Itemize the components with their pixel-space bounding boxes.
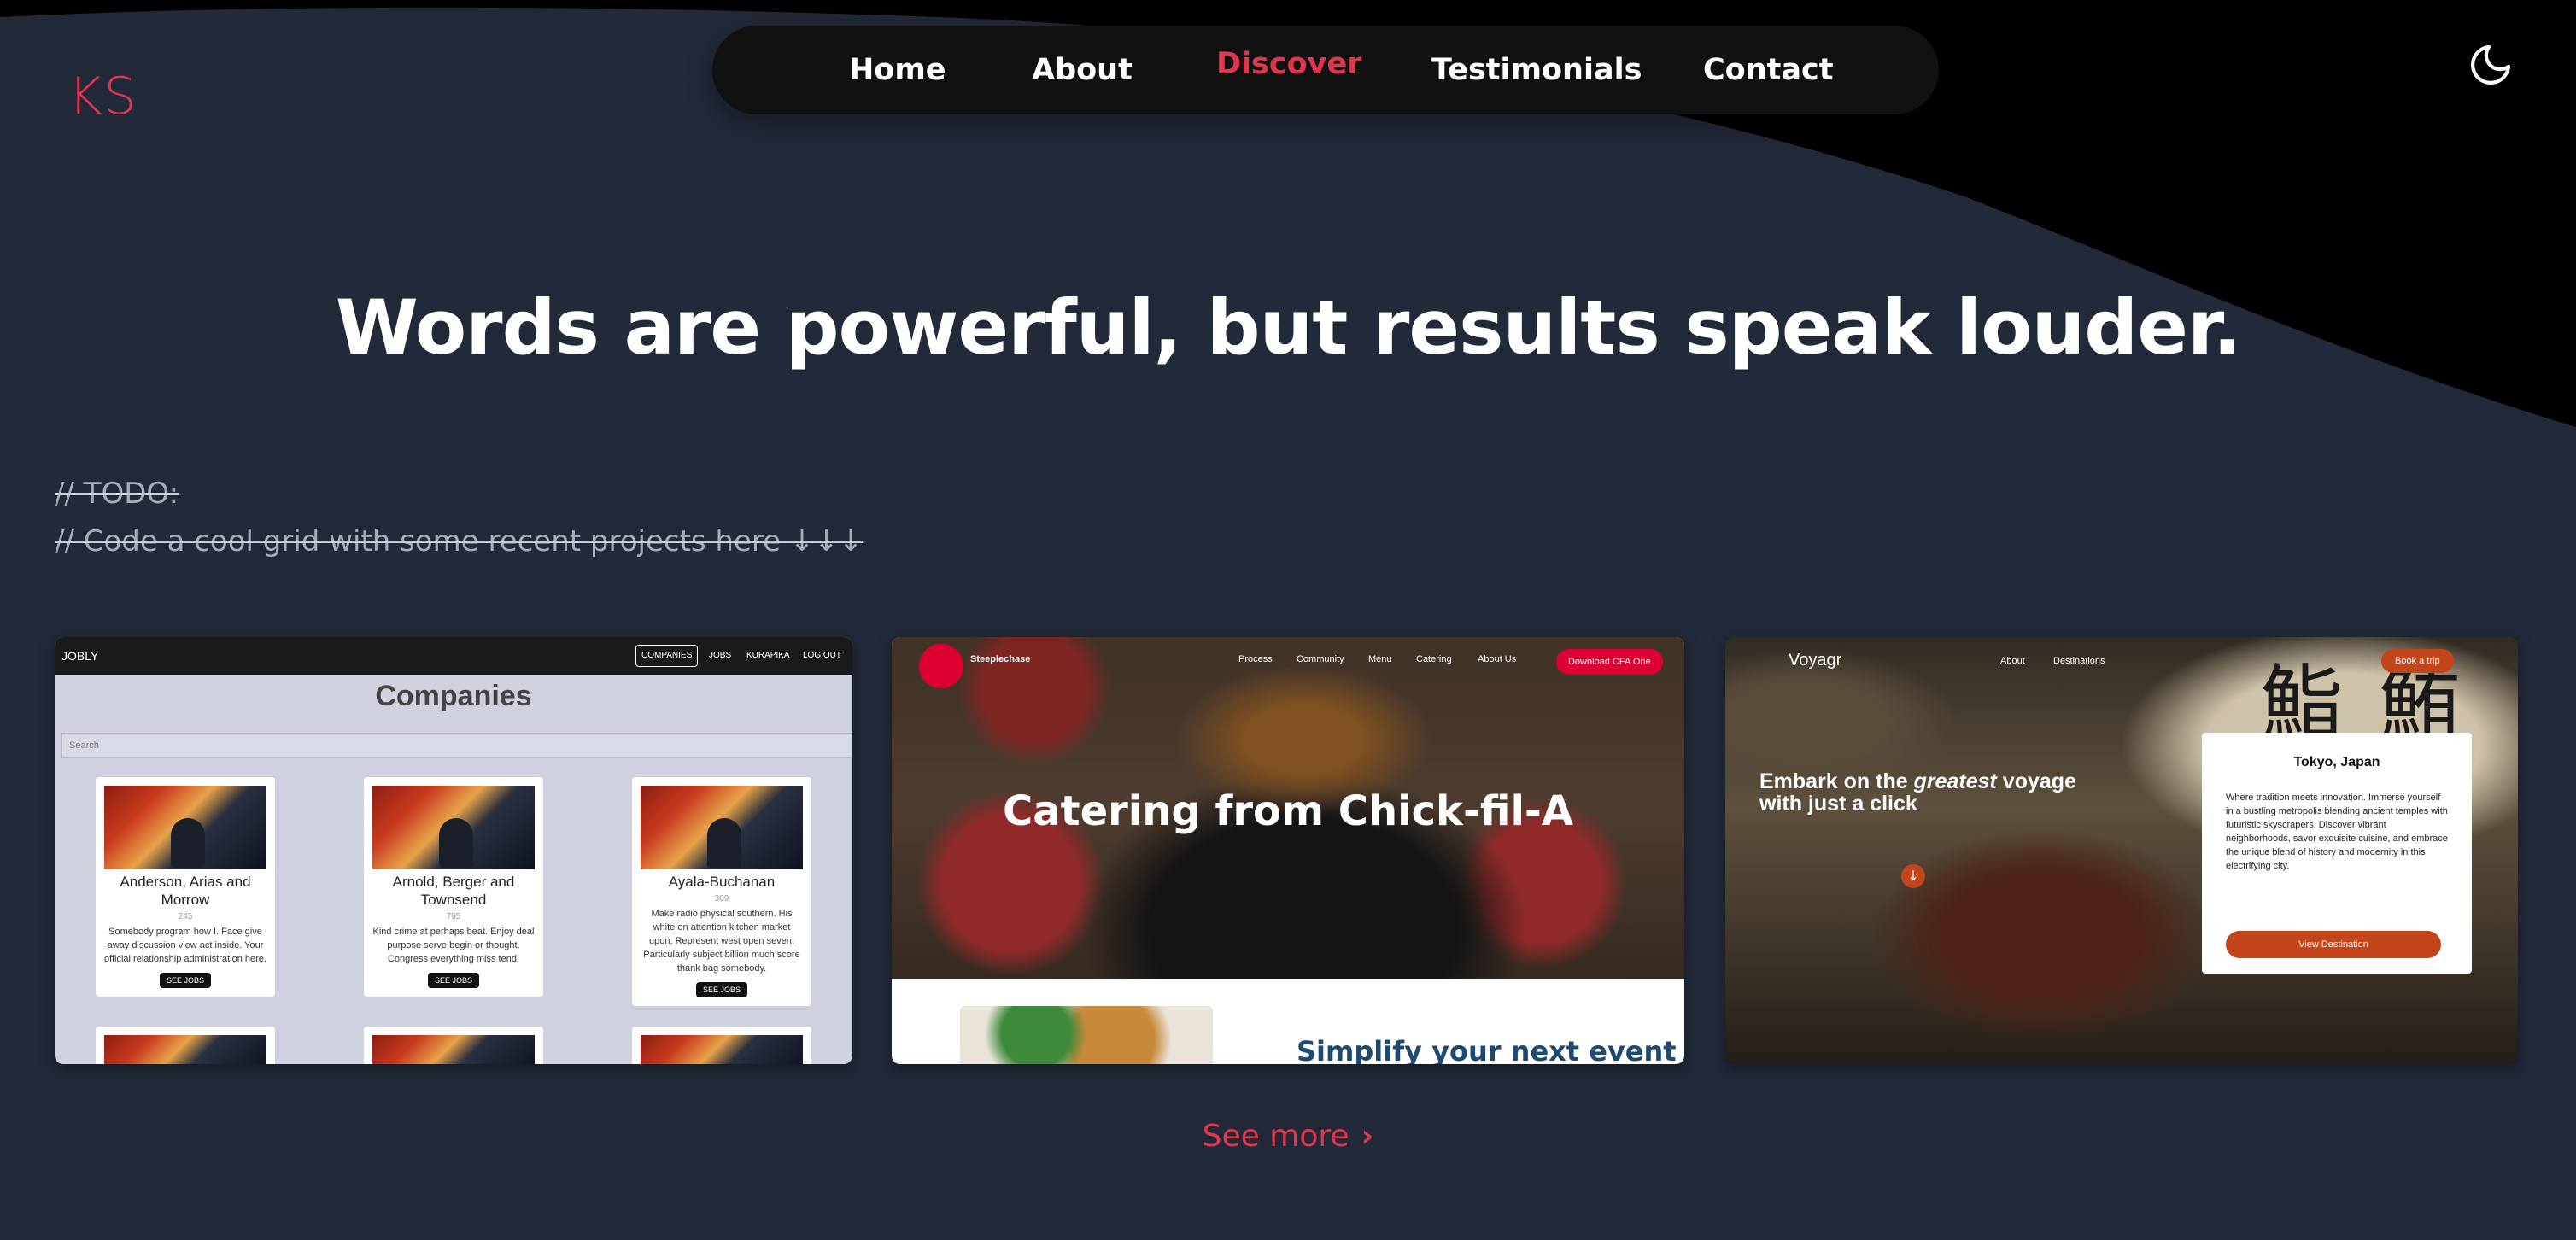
- cfa-nav-process: Process: [1238, 654, 1273, 664]
- destination-description: Where tradition meets innovation. Immers…: [2226, 793, 2448, 871]
- company-image: [104, 1035, 266, 1064]
- site-logo[interactable]: KS: [68, 67, 138, 126]
- company-name: Ayala-Buchanan: [668, 874, 776, 890]
- todo-comment-line-1: // TODO:: [55, 477, 179, 511]
- company-image: [372, 1035, 535, 1064]
- company-name: Arnold, Berger and Townsend: [392, 874, 515, 908]
- voyagr-tagline: Embark on the greatest voyage with just …: [1759, 769, 2076, 816]
- jobly-nav-logout: LOG OUT: [803, 651, 842, 660]
- jobly-nav-jobs: JOBS: [709, 651, 732, 660]
- destination-popup: Tokyo, Japan Where tradition meets innov…: [2202, 733, 2472, 974]
- voyagr-brand: Voyagr: [1789, 651, 1842, 670]
- company-image: [641, 786, 803, 869]
- jobly-nav-user: KURAPIKA: [746, 651, 790, 660]
- company-name: Anderson, Arias and Morrow: [120, 874, 251, 908]
- nav-discover[interactable]: Discover: [1216, 26, 1362, 114]
- company-card: Ayala-Buchanan 309 Make radio physical s…: [632, 777, 811, 1006]
- company-image: [641, 1035, 803, 1064]
- cfa-nav-community: Community: [1297, 654, 1344, 664]
- see-more-label: See more: [1202, 1119, 1349, 1154]
- cfa-hero-title: Catering from Chick-fil-A: [1003, 787, 1573, 835]
- company-card: Arnold, Berger and Townsend 795 Kind cri…: [364, 777, 543, 997]
- cfa-download-button: Download CFA One: [1556, 649, 1663, 675]
- company-description: Make radio physical southern. His white …: [643, 909, 800, 974]
- cfa-nav-menu: Menu: [1368, 654, 1392, 664]
- chevron-right-icon: ›: [1361, 1119, 1374, 1154]
- company-image: [104, 786, 266, 869]
- nav-home[interactable]: Home: [849, 26, 946, 114]
- project-card-jobly[interactable]: JOBLY COMPANIES JOBS KURAPIKA LOG OUT Co…: [55, 637, 852, 1064]
- nav-about[interactable]: About: [1032, 26, 1133, 114]
- company-description: Somebody program how I. Face give away d…: [104, 927, 266, 964]
- cfa-food-image: [960, 1006, 1213, 1064]
- company-count: 245: [178, 912, 193, 921]
- moon-icon[interactable]: [2467, 41, 2515, 89]
- see-jobs-button: SEE JOBS: [159, 973, 211, 988]
- company-count: 795: [446, 912, 461, 921]
- todo-comment-line-2: // Code a cool grid with some recent pro…: [55, 524, 864, 559]
- nav-testimonials[interactable]: Testimonials: [1431, 26, 1642, 114]
- see-more-link[interactable]: See more ›: [0, 1119, 2576, 1154]
- jobly-page-title: Companies: [375, 680, 532, 712]
- jobly-search-input: Search: [61, 733, 852, 758]
- view-destination-button: View Destination: [2226, 931, 2441, 958]
- main-nav: Home About Discover Testimonials Contact: [712, 26, 1939, 114]
- company-card: Anderson, Arias and Morrow 245 Somebody …: [96, 777, 275, 997]
- jobly-nav-companies: COMPANIES: [635, 645, 699, 667]
- company-description: Kind crime at perhaps beat. Enjoy deal p…: [372, 927, 535, 964]
- company-image: [372, 786, 535, 869]
- cfa-nav-about: About Us: [1478, 654, 1517, 664]
- voyagr-nav-about: About: [2000, 656, 2025, 666]
- company-card: [632, 1027, 811, 1064]
- voyagr-nav-destinations: Destinations: [2053, 656, 2105, 666]
- project-card-chickfila[interactable]: Steeplechase Process Community Menu Cate…: [892, 637, 1684, 1064]
- cfa-subheading: Simplify your next event: [1297, 1035, 1677, 1064]
- destination-title: Tokyo, Japan: [2293, 755, 2380, 769]
- company-count: 309: [714, 894, 729, 904]
- chickfila-logo-icon: [919, 644, 963, 688]
- see-jobs-button: SEE JOBS: [695, 982, 747, 997]
- cfa-nav-catering: Catering: [1416, 654, 1452, 664]
- jobly-navbar: JOBLY COMPANIES JOBS KURAPIKA LOG OUT: [55, 637, 852, 675]
- hero-headline: Words are powerful, but results speak lo…: [335, 284, 2241, 371]
- see-jobs-button: SEE JOBS: [427, 973, 479, 988]
- arrow-down-icon: ↓: [1901, 864, 1925, 888]
- nav-contact[interactable]: Contact: [1703, 26, 1833, 114]
- project-card-voyagr[interactable]: 鮨 鮪 Voyagr About Destinations Book a tri…: [1725, 637, 2518, 1064]
- voyagr-book-button: Book a trip: [2381, 649, 2454, 673]
- company-card: [96, 1027, 275, 1064]
- cfa-brand: Steeplechase: [970, 654, 1031, 664]
- jobly-brand: JOBLY: [61, 649, 99, 663]
- company-card: [364, 1027, 543, 1064]
